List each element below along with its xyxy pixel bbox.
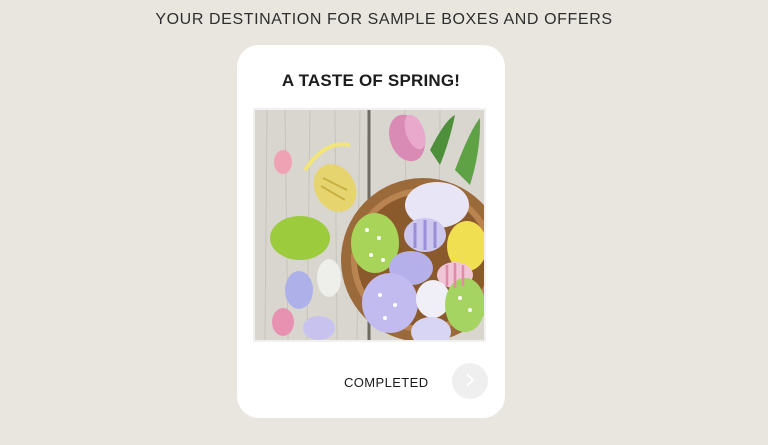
chevron-right-icon xyxy=(463,373,477,390)
next-button[interactable] xyxy=(452,363,488,399)
completion-status: COMPLETED xyxy=(344,375,429,390)
page-tagline: YOUR DESTINATION FOR SAMPLE BOXES AND OF… xyxy=(155,11,613,28)
offer-card[interactable]: A TASTE OF SPRING! COMPLETED xyxy=(237,45,505,418)
offer-card-title: A TASTE OF SPRING! xyxy=(281,71,461,90)
offer-card-image xyxy=(253,108,486,342)
